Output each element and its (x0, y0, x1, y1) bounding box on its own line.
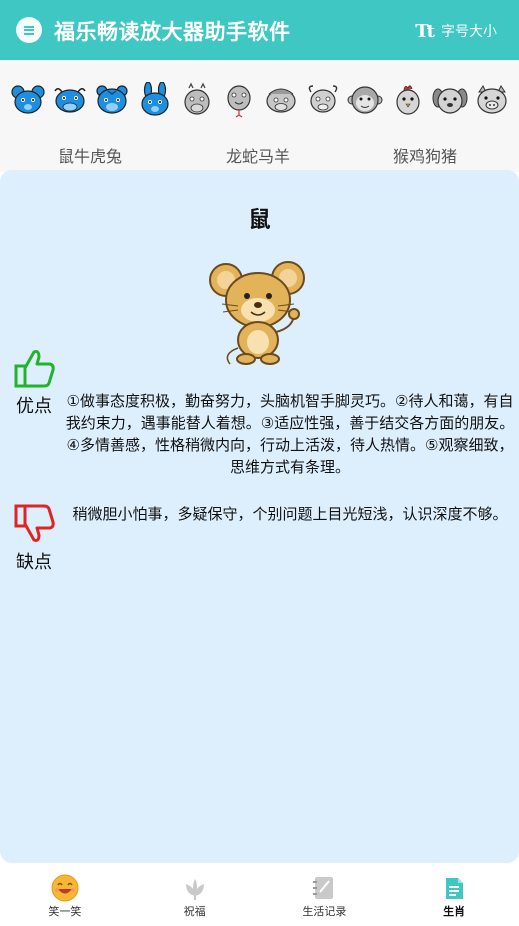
cons-label: 缺点 (16, 552, 52, 573)
dragon-icon[interactable] (179, 82, 215, 118)
tiger-icon[interactable] (94, 82, 130, 118)
pig-icon[interactable] (474, 82, 510, 118)
nav-item-blessing[interactable]: 祝福 (130, 866, 260, 926)
pros-text: ①做事态度积极，勤奋努力，头脑机智手脚灵巧。②待人和蔼，有自我约束力，遇事能替人… (65, 392, 515, 476)
ox-icon[interactable] (52, 82, 88, 118)
app-title: 福乐畅读放大器助手软件 (54, 20, 291, 44)
horse-icon[interactable] (263, 82, 299, 118)
bottom-nav: 笑一笑 祝福 生活记录 生肖 (0, 866, 519, 926)
app-header: 福乐畅读放大器助手软件 Tt 字号大小 (0, 0, 519, 60)
thumbs-up-icon (14, 350, 55, 388)
rat-icon[interactable] (10, 82, 46, 118)
nav-label-blessing: 祝福 (183, 905, 206, 918)
cons-text: 稍微胆小怕事，多疑保守，个别问题上目光短浅，认识深度不够。 (72, 505, 508, 523)
menu-icon (24, 25, 34, 35)
goat-icon[interactable] (305, 82, 341, 118)
pros-label: 优点 (16, 396, 52, 417)
font-size-button[interactable]: Tt 字号大小 (415, 18, 497, 44)
rat-mascot-image (209, 261, 305, 365)
zodiac-detail-card: 鼠 优点 ①做事态度积极，勤奋努力，头脑机智手脚灵巧。②待人和蔼，有自我约束力，… (0, 170, 519, 863)
rabbit-icon[interactable] (137, 82, 173, 118)
rooster-icon[interactable] (390, 82, 426, 118)
group-label-3: 猴鸡狗猪 (393, 147, 458, 166)
snake-icon[interactable] (221, 82, 257, 118)
zodiac-name: 鼠 (248, 208, 271, 233)
nav-item-life-record[interactable]: 生活记录 (260, 866, 390, 926)
nav-label-life-record: 生活记录 (302, 905, 347, 918)
font-size-icon: Tt (415, 20, 435, 42)
font-size-label: 字号大小 (441, 24, 497, 40)
group-label-1: 鼠牛虎兔 (58, 147, 123, 166)
zodiac-book-icon (446, 878, 464, 899)
nav-label-zodiac: 生肖 (443, 905, 466, 918)
nav-item-smile[interactable]: 笑一笑 (0, 866, 130, 926)
menu-button[interactable] (16, 17, 42, 43)
monkey-icon[interactable] (347, 82, 383, 118)
smile-icon (51, 874, 79, 902)
thumbs-down-icon (14, 504, 55, 542)
flower-icon (185, 879, 204, 900)
nav-label-smile: 笑一笑 (48, 905, 82, 918)
zodiac-selector: 鼠牛虎兔 龙蛇马羊 猴鸡狗猪 (0, 60, 519, 172)
notebook-icon (313, 877, 334, 899)
zodiac-icon-row (10, 82, 510, 118)
group-label-2: 龙蛇马羊 (226, 147, 291, 166)
dog-icon[interactable] (432, 82, 468, 118)
nav-item-zodiac[interactable]: 生肖 (389, 866, 519, 926)
